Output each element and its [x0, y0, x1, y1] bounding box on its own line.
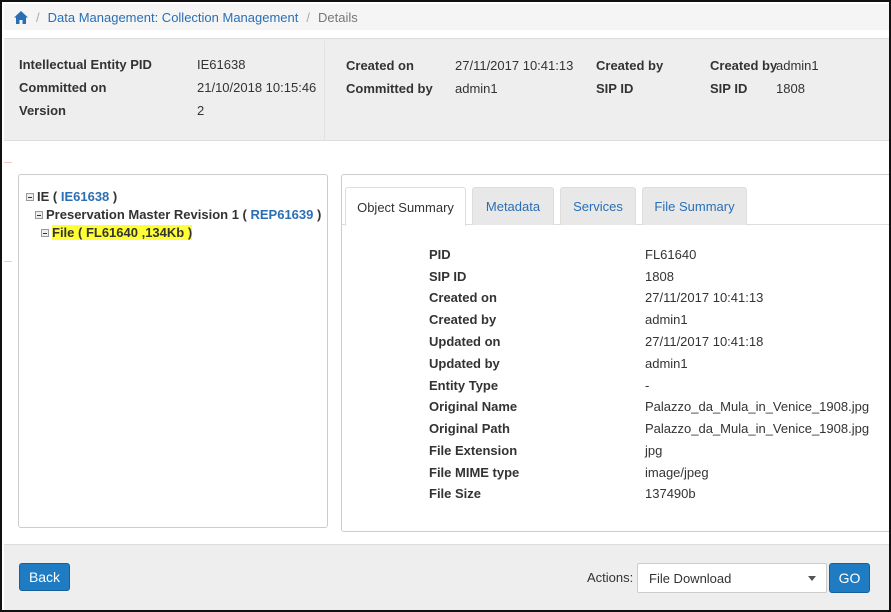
detail-label-entity-type: Entity Type: [429, 378, 499, 393]
detail-label-created-by: Created by: [429, 312, 497, 327]
tree-toggle-icon[interactable]: [41, 228, 49, 237]
detail-label-updated-on: Updated on: [429, 334, 501, 349]
created-by-label: Created by: [596, 58, 664, 73]
detail-value-file-mime-type: image/jpeg: [645, 465, 709, 480]
tree-node-ie-prefix: IE (: [37, 189, 58, 204]
committed-on-label: Committed on: [19, 80, 107, 95]
detail-value-sip-id: 1808: [645, 269, 674, 284]
actions-select[interactable]: File Download: [637, 563, 827, 593]
tree-toggle-icon[interactable]: [35, 210, 43, 219]
footer-bar: Back Actions: File Download GO: [4, 544, 889, 610]
tree-node-representation[interactable]: Preservation Master Revision 1 ( REP6163…: [35, 207, 321, 222]
detail-value-original-path: Palazzo_da_Mula_in_Venice_1908.jpg: [645, 421, 870, 436]
ie-pid-value: IE61638: [197, 57, 246, 72]
version-value: 2: [197, 103, 205, 118]
go-button[interactable]: GO: [829, 563, 870, 593]
entity-info-panel: Intellectual Entity PID IE61638 Committe…: [4, 38, 889, 141]
tab-file-summary[interactable]: File Summary: [642, 187, 747, 225]
breadcrumb-link-collection-management[interactable]: Data Management: Collection Management: [48, 10, 299, 25]
details-panel: Object Summary Metadata Services File Su…: [341, 174, 889, 532]
detail-value-updated-by: admin1: [645, 356, 688, 371]
created-by-label: Created by: [710, 58, 778, 73]
sip-id-label: SIP ID: [596, 81, 634, 96]
created-on-value: 27/11/2017 10:41:13: [455, 58, 574, 73]
created-on-label: Created on: [346, 58, 414, 73]
tab-services[interactable]: Services: [560, 187, 636, 225]
detail-value-original-name: Palazzo_da_Mula_in_Venice_1908.jpg: [645, 399, 870, 414]
detail-label-sip-id: SIP ID: [429, 269, 467, 284]
breadcrumb-separator: /: [36, 9, 40, 25]
tab-object-summary[interactable]: Object Summary: [345, 187, 466, 226]
version-label: Version: [19, 103, 66, 118]
committed-by-value: admin1: [455, 81, 498, 96]
detail-value-file-extension: jpg: [645, 443, 663, 458]
tree-node-file[interactable]: File ( FL61640 ,134Kb ): [41, 225, 193, 240]
detail-value-created-by: admin1: [645, 312, 688, 327]
detail-label-created-on: Created on: [429, 290, 497, 305]
actions-label: Actions:: [587, 570, 634, 585]
tree-node-ie[interactable]: IE ( IE61638 ): [26, 189, 117, 204]
detail-label-updated-by: Updated by: [429, 356, 500, 371]
committed-on-value: 21/10/2018 10:15:46: [197, 80, 317, 95]
created-by-value: admin1: [776, 58, 819, 73]
app-frame: / Data Management: Collection Management…: [0, 0, 891, 612]
breadcrumb: / Data Management: Collection Management…: [4, 4, 889, 30]
detail-value-pid: FL61640: [645, 247, 697, 262]
breadcrumb-current: Details: [318, 9, 358, 25]
detail-label-file-size: File Size: [429, 486, 482, 501]
detail-label-original-path: Original Path: [429, 421, 510, 436]
details-tabs: Object Summary Metadata Services File Su…: [342, 187, 889, 226]
detail-value-created-on: 27/11/2017 10:41:13: [645, 290, 764, 305]
entity-tree-panel: IE ( IE61638 ) Preservation Master Revis…: [18, 174, 328, 528]
tree-node-file-label[interactable]: File ( FL61640 ,134Kb ): [52, 225, 193, 240]
info-divider: [324, 41, 325, 140]
sip-id-value: 1808: [776, 81, 805, 96]
detail-value-entity-type: -: [645, 378, 650, 393]
tab-metadata[interactable]: Metadata: [472, 187, 554, 225]
sip-id-label: SIP ID: [710, 81, 748, 96]
breadcrumb-separator: /: [306, 9, 311, 25]
detail-value-updated-on: 27/11/2017 10:41:18: [645, 334, 764, 349]
detail-value-file-size: 137490b: [645, 486, 696, 501]
back-button[interactable]: Back: [19, 563, 70, 591]
ie-pid-label: Intellectual Entity PID: [19, 57, 152, 72]
tree-toggle-icon[interactable]: [26, 192, 34, 201]
detail-label-file-extension: File Extension: [429, 443, 518, 458]
tree-node-rep-pid[interactable]: REP61639: [250, 207, 313, 222]
detail-label-file-mime-type: File MIME type: [429, 465, 520, 480]
actions-select-value: File Download: [649, 570, 732, 586]
detail-label-original-name: Original Name: [429, 399, 518, 414]
tree-node-ie-suffix: ): [112, 189, 118, 204]
tree-node-rep-suffix: ): [317, 207, 322, 222]
detail-label-pid: PID: [429, 247, 451, 262]
tree-node-ie-pid[interactable]: IE61638: [61, 189, 109, 204]
tree-node-rep-prefix: Preservation Master Revision 1 (: [46, 207, 247, 222]
dropdown-caret-icon: [808, 576, 816, 581]
panel-edge-marker: [4, 162, 12, 262]
committed-by-label: Committed by: [346, 81, 433, 96]
home-icon[interactable]: [14, 10, 28, 24]
